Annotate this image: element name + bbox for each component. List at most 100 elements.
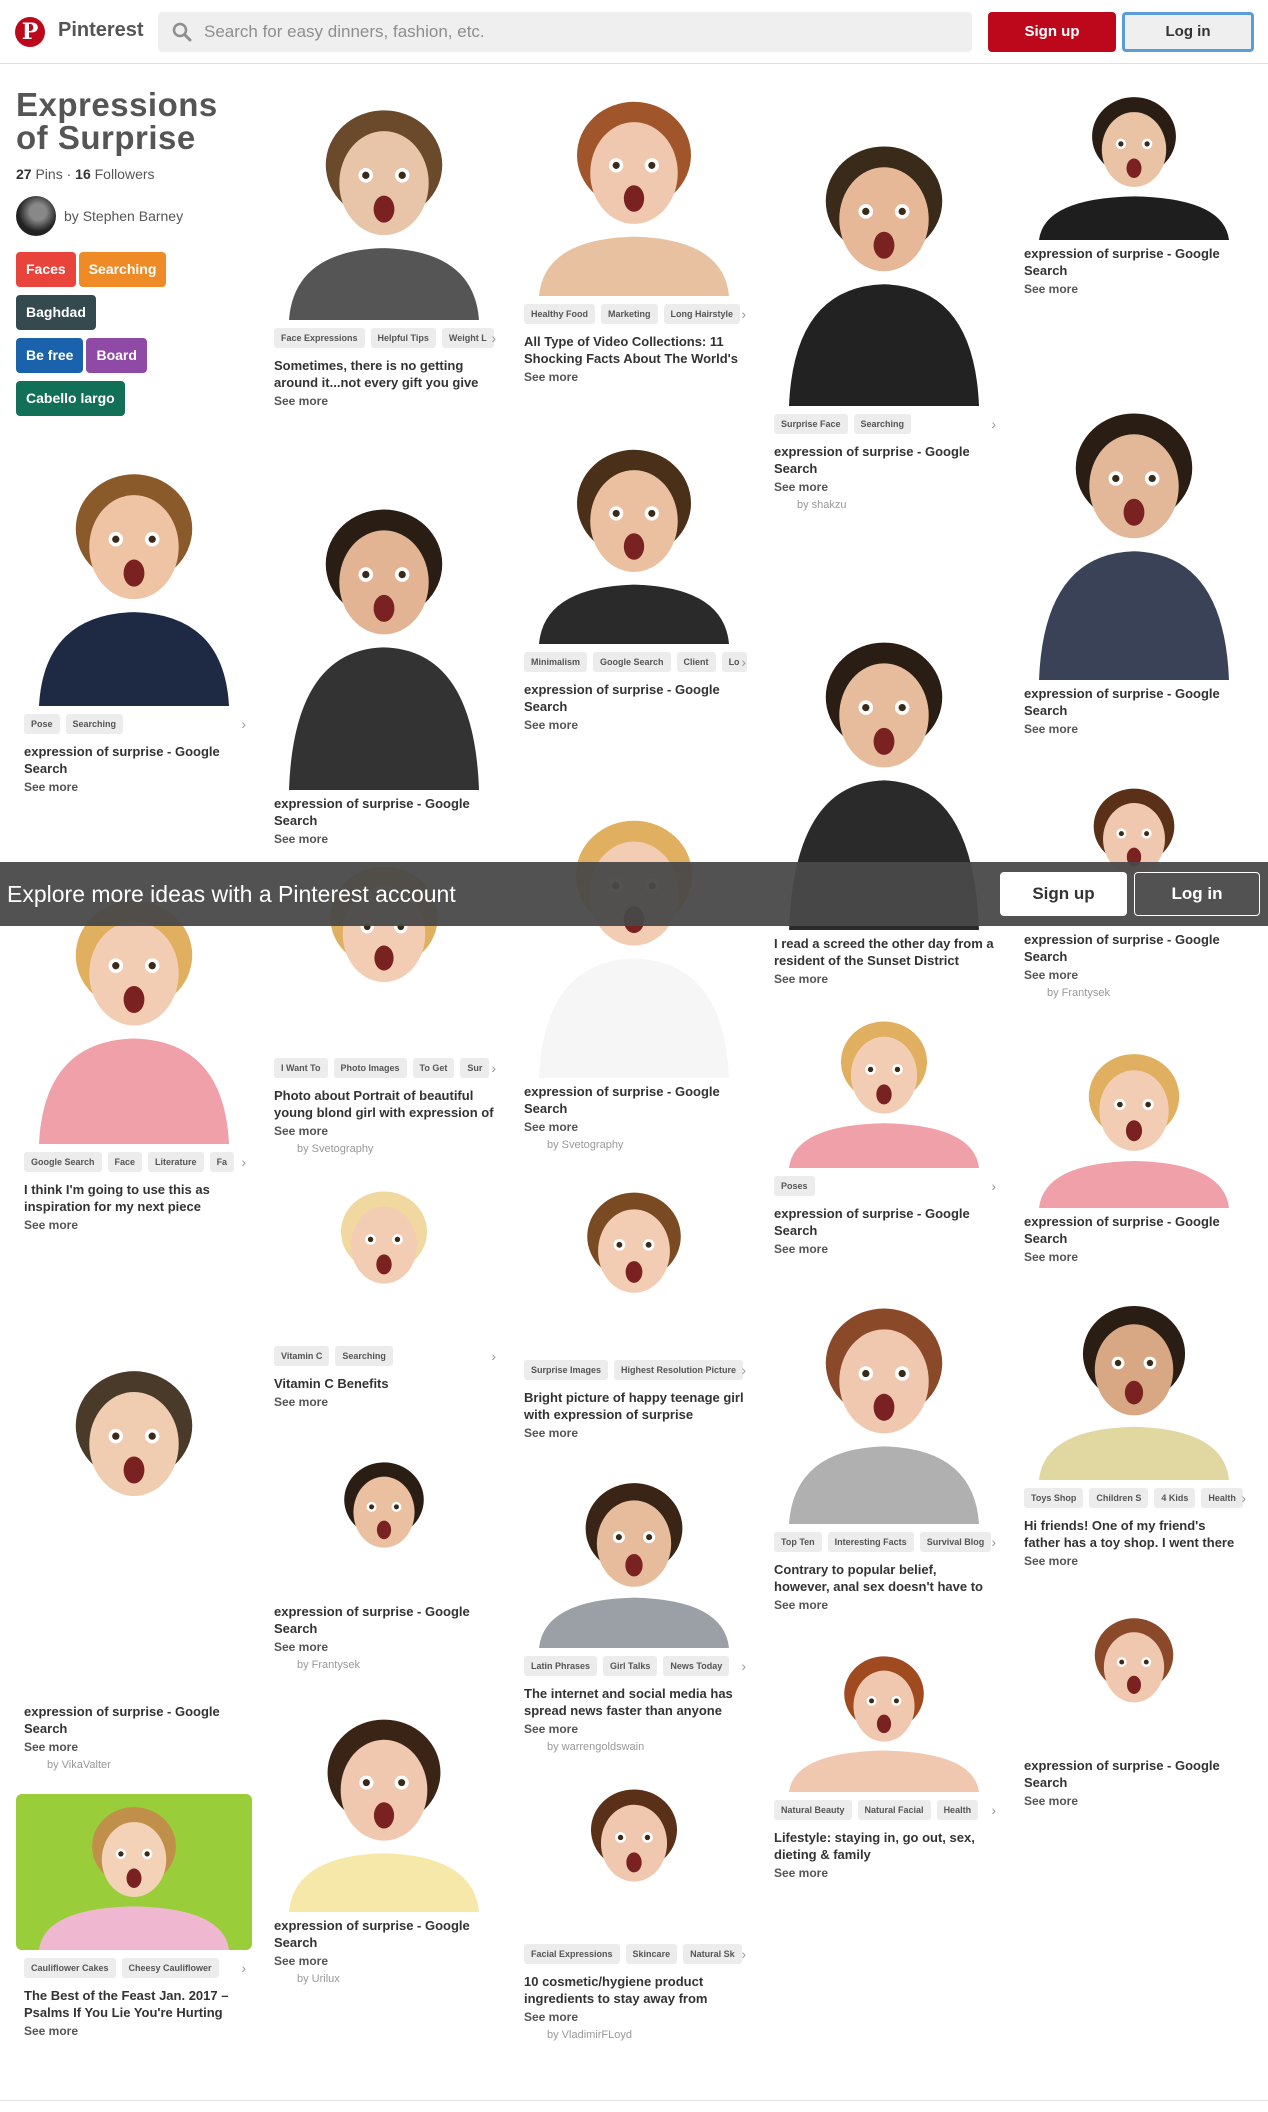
see-more-link[interactable]: See more [266, 1951, 502, 1971]
pin-tag[interactable]: Health [936, 1800, 979, 1820]
pin-image[interactable] [516, 1468, 752, 1648]
see-more-link[interactable]: See more [516, 1117, 752, 1137]
pin-attribution[interactable]: by Frantysek [1016, 985, 1252, 1001]
pin-tag[interactable]: Vitamin C [274, 1346, 330, 1366]
pin-description[interactable]: expression of surprise - Google Search [766, 1205, 1002, 1239]
pin-tag[interactable]: Weight L [441, 328, 494, 348]
pin-description[interactable]: The Best of the Feast Jan. 2017 – Psalms… [16, 1987, 252, 2021]
chevron-right-icon[interactable]: › [491, 1348, 496, 1364]
pin-tag[interactable]: Cauliflower Cakes [24, 1958, 116, 1978]
chevron-right-icon[interactable]: › [1241, 1490, 1246, 1506]
pin-image[interactable] [766, 1278, 1002, 1524]
pin-tag[interactable]: News Today [663, 1656, 730, 1676]
see-more-link[interactable]: See more [516, 1423, 752, 1443]
pin-tag[interactable]: Interesting Facts [827, 1532, 914, 1552]
pin-description[interactable]: expression of surprise - Google Search [1016, 931, 1252, 965]
owner-name[interactable]: by Stephen Barney [64, 208, 183, 224]
see-more-link[interactable]: See more [766, 477, 1002, 497]
pin-tag[interactable]: Skincare [625, 1944, 678, 1964]
pin-description[interactable]: expression of surprise - Google Search [1016, 1213, 1252, 1247]
see-more-link[interactable]: See more [1016, 965, 1252, 985]
see-more-link[interactable]: See more [16, 777, 252, 797]
pin-image[interactable] [16, 432, 252, 706]
pin-card[interactable]: Natural Beauty Natural Facial Health › Lifes… [766, 1644, 1002, 1883]
pin-description[interactable]: expression of surprise - Google Search [16, 743, 252, 777]
pin-tag[interactable]: Toys Shop [1024, 1488, 1084, 1508]
pin-image[interactable] [516, 84, 752, 296]
pin-tag[interactable]: Literature [148, 1152, 204, 1172]
pin-tag[interactable]: Survival Blog [919, 1532, 992, 1552]
signup-button[interactable]: Sign up [988, 12, 1116, 52]
pin-card[interactable]: Top Ten Interesting Facts Survival Blog › Co… [766, 1278, 1002, 1615]
see-more-link[interactable]: See more [766, 1595, 1002, 1615]
pin-image[interactable] [266, 1702, 502, 1912]
pin-attribution[interactable]: by Frantysek [266, 1657, 502, 1673]
pin-tag[interactable]: Surprise Face [774, 414, 848, 434]
pin-attribution[interactable]: by Urilux [266, 1971, 502, 1987]
pin-tag[interactable]: Latin Phrases [524, 1656, 598, 1676]
pin-tag[interactable]: Fa [209, 1152, 235, 1172]
board-owner[interactable]: by Stephen Barney [16, 196, 252, 236]
pin-description[interactable]: expression of surprise - Google Search [766, 443, 1002, 477]
pin-tag[interactable]: Natural Beauty [774, 1800, 852, 1820]
pin-tag[interactable]: 4 Kids [1154, 1488, 1196, 1508]
chevron-right-icon[interactable]: › [991, 1178, 996, 1194]
see-more-link[interactable]: See more [266, 1637, 502, 1657]
pin-description[interactable]: expression of surprise - Google Search [16, 1703, 252, 1737]
see-more-link[interactable]: See more [516, 2007, 752, 2027]
chevron-right-icon[interactable]: › [491, 330, 496, 346]
pin-tag[interactable]: Pose [24, 714, 60, 734]
chevron-right-icon[interactable]: › [241, 716, 246, 732]
pin-tag[interactable]: Sur [460, 1058, 490, 1078]
pin-description[interactable]: I think I'm going to use this as inspira… [16, 1181, 252, 1215]
pin-card[interactable]: Cauliflower Cakes Cheesy Cauliflower › The … [16, 1794, 252, 2041]
chevron-right-icon[interactable]: › [741, 1658, 746, 1674]
pin-tag[interactable]: Face Expressions [274, 328, 365, 348]
search-bar[interactable] [158, 12, 972, 52]
see-more-link[interactable]: See more [1016, 1247, 1252, 1267]
see-more-link[interactable]: See more [766, 1863, 1002, 1883]
see-more-link[interactable]: See more [516, 367, 752, 387]
pin-card[interactable]: expression of surprise - Google Search Se… [266, 432, 502, 849]
pin-tag[interactable]: Minimalism [524, 652, 588, 672]
pin-description[interactable]: Lifestyle: staying in, go out, sex, diet… [766, 1829, 1002, 1863]
see-more-link[interactable]: See more [516, 715, 752, 735]
see-more-link[interactable]: See more [266, 829, 502, 849]
pin-attribution[interactable]: by Svetography [266, 1141, 502, 1157]
chevron-right-icon[interactable]: › [741, 1362, 746, 1378]
pin-card[interactable]: Latin Phrases Girl Talks News Today › The in… [516, 1468, 752, 1755]
pin-card[interactable]: Vitamin C Searching › Vitamin C Benefits See… [266, 1178, 502, 1412]
pin-card[interactable]: Facial Expressions Skincare Natural Sk › 10 … [516, 1776, 752, 2043]
see-more-link[interactable]: See more [1016, 1551, 1252, 1571]
pin-card[interactable]: Minimalism Google Search Client Lo › expressi… [516, 432, 752, 735]
pin-attribution[interactable]: by warrengoldswain [516, 1739, 752, 1755]
chevron-right-icon[interactable]: › [741, 1946, 746, 1962]
pin-description[interactable]: expression of surprise - Google Search [266, 1917, 502, 1951]
pin-card[interactable]: expression of surprise - Google Search Se… [516, 760, 752, 1153]
pin-image[interactable] [766, 84, 1002, 406]
login-button[interactable]: Log in [1122, 12, 1254, 52]
pin-tag[interactable]: Searching [335, 1346, 393, 1366]
pin-tag[interactable]: Natural Sk [683, 1944, 742, 1964]
chevron-right-icon[interactable]: › [991, 416, 996, 432]
pin-card[interactable]: expression of surprise - Google Search Se… [266, 1450, 502, 1673]
banner-login-button[interactable]: Log in [1134, 872, 1260, 916]
see-more-link[interactable]: See more [766, 969, 1002, 989]
see-more-link[interactable]: See more [266, 391, 502, 411]
pin-tag[interactable]: Marketing [601, 304, 658, 324]
board-tag[interactable]: Baghdad [16, 295, 96, 330]
pin-tag[interactable]: I Want To [274, 1058, 328, 1078]
board-tag[interactable]: Be free [16, 338, 84, 373]
pin-image[interactable] [1016, 346, 1252, 680]
pin-description[interactable]: Contrary to popular belief, however, ana… [766, 1561, 1002, 1595]
pinterest-logo-icon[interactable]: P [15, 17, 45, 47]
pin-image[interactable] [266, 1450, 502, 1598]
banner-signup-button[interactable]: Sign up [1000, 872, 1127, 916]
pin-tag[interactable]: Highest Resolution Picture [614, 1360, 744, 1380]
pin-tag[interactable]: Healthy Food [524, 304, 596, 324]
pin-card[interactable]: Toys Shop Children S4 Kids Health › Hi frien… [1016, 1290, 1252, 1571]
pin-attribution[interactable]: by VladimirFLoyd [516, 2027, 752, 2043]
pin-card[interactable]: expression of surprise - Google Search Se… [1016, 1040, 1252, 1267]
pin-image[interactable] [766, 1008, 1002, 1168]
see-more-link[interactable]: See more [16, 2021, 252, 2041]
